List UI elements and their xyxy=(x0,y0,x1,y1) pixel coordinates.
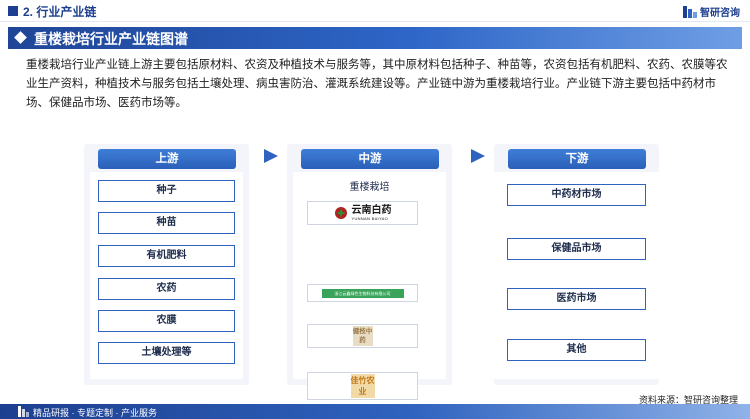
logo-text: 健枝中药 xyxy=(352,326,373,346)
brand-name: 智研咨询 xyxy=(700,8,740,19)
bottom-bar: 精品研报 · 专题定制 · 产业服务 xyxy=(0,404,750,419)
jiankang-zhongyao-logo: 健枝中药 xyxy=(307,324,418,348)
logo-text-en: YUNNAN BAIYAO xyxy=(351,215,388,221)
downstream-heading: 下游 xyxy=(508,149,646,169)
upstream-item: 农药 xyxy=(98,278,235,300)
page-title: 重楼栽培行业产业链图谱 xyxy=(34,31,188,47)
upstream-body: 种子 种苗 有机肥料 农药 农膜 土壤处理等 xyxy=(90,172,243,379)
logo-text-cn: 云南白药 xyxy=(351,204,392,216)
section-marker-icon xyxy=(8,6,18,16)
midstream-heading: 中游 xyxy=(301,149,439,169)
yunnan-baiyao-mark-icon xyxy=(334,207,347,219)
upstream-item: 有机肥料 xyxy=(98,245,235,267)
logo-text: 佳竹农业 xyxy=(350,374,375,398)
downstream-item: 医药市场 xyxy=(507,288,646,310)
jiazhu-nongye-logo: 佳竹农业 xyxy=(307,372,418,400)
midstream-label: 重楼栽培 xyxy=(349,182,390,193)
arrow-right-icon xyxy=(264,149,278,163)
upstream-heading: 上游 xyxy=(98,149,236,169)
upstream-item: 种苗 xyxy=(98,212,235,234)
brand-logo-icon xyxy=(18,406,29,417)
description-text: 重楼栽培行业产业链上游主要包括原材料、农资及种植技术与服务等，其中原材料包括种子… xyxy=(26,59,728,109)
diamond-icon xyxy=(14,31,27,44)
footer-slogan: 精品研报 · 专题定制 · 产业服务 xyxy=(33,408,157,418)
brand-logo-icon xyxy=(683,5,697,18)
brand: 智研咨询 xyxy=(683,4,740,19)
downstream-body: 中药材市场 保健品市场 医药市场 其他 xyxy=(494,172,659,379)
section-title: 2. 行业产业链 xyxy=(23,5,97,19)
arrow-right-icon xyxy=(471,149,485,163)
downstream-item: 保健品市场 xyxy=(507,238,646,260)
midstream-panel: 中游 重楼栽培 云南白药 YUNNAN BAIYAO 浙江云鑫绿色生物科技有限公… xyxy=(287,144,452,400)
title-banner: 重楼栽培行业产业链图谱 xyxy=(8,27,742,49)
downstream-item: 中药材市场 xyxy=(507,184,646,206)
upstream-item: 农膜 xyxy=(98,310,235,332)
top-bar: 2. 行业产业链 智研咨询 xyxy=(0,0,750,22)
upstream-item: 土壤处理等 xyxy=(98,342,235,364)
yunnan-baiyao-logo: 云南白药 YUNNAN BAIYAO xyxy=(307,201,418,225)
downstream-panel: 下游 中药材市场 保健品市场 医药市场 其他 xyxy=(494,144,659,385)
upstream-panel: 上游 种子 种苗 有机肥料 农药 农膜 土壤处理等 xyxy=(84,144,249,385)
upstream-item: 种子 xyxy=(98,180,235,202)
green-company-logo: 浙江云鑫绿色生物科技有限公司 xyxy=(307,284,418,302)
downstream-item: 其他 xyxy=(507,339,646,361)
logo-text: 浙江云鑫绿色生物科技有限公司 xyxy=(321,288,404,298)
midstream-body: 重楼栽培 云南白药 YUNNAN BAIYAO 浙江云鑫绿色生物科技有限公司 健… xyxy=(293,172,446,400)
